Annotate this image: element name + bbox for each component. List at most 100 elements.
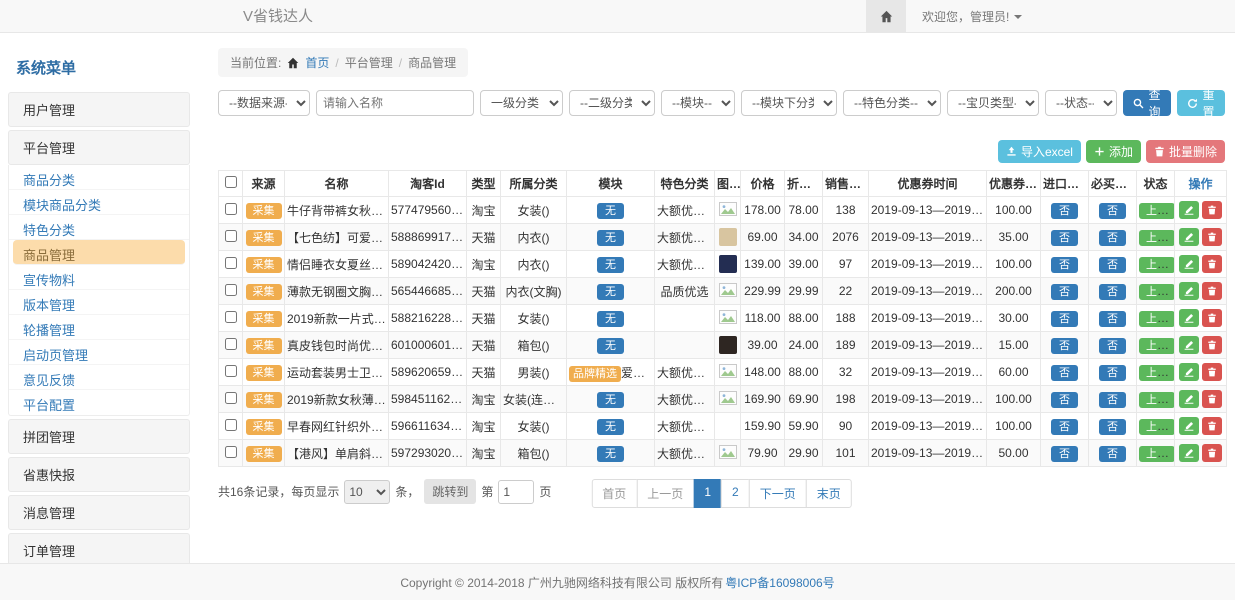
row-checkbox[interactable]: [225, 392, 237, 404]
level2-category-select[interactable]: --二级分类--: [569, 90, 655, 116]
delete-button[interactable]: [1202, 444, 1222, 462]
module-brand-badge[interactable]: 品牌精选: [569, 366, 621, 382]
import-select-toggle[interactable]: 否: [1051, 446, 1078, 462]
delete-button[interactable]: [1202, 336, 1222, 354]
edit-button[interactable]: [1179, 444, 1199, 462]
must-buy-toggle[interactable]: 否: [1099, 203, 1126, 219]
row-checkbox[interactable]: [225, 365, 237, 377]
module-none-badge[interactable]: 无: [597, 311, 624, 327]
delete-button[interactable]: [1202, 201, 1222, 219]
must-buy-toggle[interactable]: 否: [1099, 338, 1126, 354]
import-select-toggle[interactable]: 否: [1051, 284, 1078, 300]
page-button-下一页[interactable]: 下一页: [749, 479, 807, 508]
edit-button[interactable]: [1179, 390, 1199, 408]
edit-button[interactable]: [1179, 282, 1199, 300]
row-checkbox[interactable]: [225, 230, 237, 242]
search-button[interactable]: 查询: [1123, 90, 1171, 116]
import-select-toggle[interactable]: 否: [1051, 338, 1078, 354]
import-select-toggle[interactable]: 否: [1051, 392, 1078, 408]
status-button[interactable]: 上架: [1139, 230, 1175, 246]
status-button[interactable]: 上架: [1139, 338, 1175, 354]
module-none-badge[interactable]: 无: [597, 203, 624, 219]
edit-button[interactable]: [1179, 363, 1199, 381]
reset-button[interactable]: 重置: [1177, 90, 1225, 116]
delete-button[interactable]: [1202, 363, 1222, 381]
import-select-toggle[interactable]: 否: [1051, 311, 1078, 327]
import-excel-button[interactable]: 导入excel: [998, 140, 1081, 163]
must-buy-toggle[interactable]: 否: [1099, 284, 1126, 300]
add-button[interactable]: 添加: [1086, 140, 1141, 163]
must-buy-toggle[interactable]: 否: [1099, 392, 1126, 408]
sidebar-item-商品分类[interactable]: 商品分类: [9, 165, 189, 190]
jump-button[interactable]: 跳转到: [424, 479, 476, 504]
delete-button[interactable]: [1202, 228, 1222, 246]
status-button[interactable]: 上架: [1139, 257, 1175, 273]
module-select[interactable]: --模块--: [661, 90, 735, 116]
row-checkbox[interactable]: [225, 446, 237, 458]
feature-category-select[interactable]: --特色分类--: [843, 90, 941, 116]
jump-page-input[interactable]: [498, 480, 534, 504]
edit-button[interactable]: [1179, 309, 1199, 327]
status-button[interactable]: 上架: [1139, 203, 1175, 219]
data-source-select[interactable]: --数据来源--: [218, 90, 310, 116]
module-none-badge[interactable]: 无: [597, 419, 624, 435]
sidebar-item-模块商品分类[interactable]: 模块商品分类: [9, 190, 189, 215]
page-button-2[interactable]: 2: [721, 479, 750, 508]
home-button[interactable]: [866, 0, 906, 33]
module-subcategory-select[interactable]: --模块下分类--: [741, 90, 837, 116]
edit-button[interactable]: [1179, 255, 1199, 273]
sidebar-item-版本管理[interactable]: 版本管理: [9, 290, 189, 315]
page-button-末页[interactable]: 末页: [806, 479, 852, 508]
must-buy-toggle[interactable]: 否: [1099, 419, 1126, 435]
status-button[interactable]: 上架: [1139, 392, 1175, 408]
module-none-badge[interactable]: 无: [597, 338, 624, 354]
status-button[interactable]: 上架: [1139, 446, 1175, 462]
sidebar-group-拼团管理[interactable]: 拼团管理: [8, 419, 190, 454]
page-button-1[interactable]: 1: [693, 479, 722, 508]
module-none-badge[interactable]: 无: [597, 392, 624, 408]
row-checkbox[interactable]: [225, 311, 237, 323]
sidebar-item-宣传物料[interactable]: 宣传物料: [9, 265, 189, 290]
edit-button[interactable]: [1179, 336, 1199, 354]
user-menu[interactable]: 欢迎您，管理员!: [922, 8, 1022, 25]
module-none-badge[interactable]: 无: [597, 230, 624, 246]
row-checkbox[interactable]: [225, 203, 237, 215]
row-checkbox[interactable]: [225, 338, 237, 350]
sidebar-item-启动页管理[interactable]: 启动页管理: [9, 340, 189, 365]
status-button[interactable]: 上架: [1139, 365, 1175, 381]
page-size-select[interactable]: 10: [344, 480, 390, 504]
status-button[interactable]: 上架: [1139, 419, 1175, 435]
module-none-badge[interactable]: 无: [597, 446, 624, 462]
sidebar-group-省惠快报[interactable]: 省惠快报: [8, 457, 190, 492]
breadcrumb-home-link[interactable]: 首页: [305, 54, 329, 71]
status-select[interactable]: --状态--: [1045, 90, 1117, 116]
row-checkbox[interactable]: [225, 284, 237, 296]
delete-button[interactable]: [1202, 309, 1222, 327]
row-checkbox[interactable]: [225, 419, 237, 431]
edit-button[interactable]: [1179, 417, 1199, 435]
status-button[interactable]: 上架: [1139, 311, 1175, 327]
status-button[interactable]: 上架: [1139, 284, 1175, 300]
sidebar-group-消息管理[interactable]: 消息管理: [8, 495, 190, 530]
edit-button[interactable]: [1179, 228, 1199, 246]
delete-button[interactable]: [1202, 255, 1222, 273]
sidebar-item-特色分类[interactable]: 特色分类: [9, 215, 189, 240]
delete-button[interactable]: [1202, 390, 1222, 408]
select-all-checkbox[interactable]: [225, 176, 237, 188]
import-select-toggle[interactable]: 否: [1051, 230, 1078, 246]
row-checkbox[interactable]: [225, 257, 237, 269]
sidebar-group-用户管理[interactable]: 用户管理: [8, 92, 190, 127]
import-select-toggle[interactable]: 否: [1051, 257, 1078, 273]
sidebar-item-意见反馈[interactable]: 意见反馈: [9, 365, 189, 390]
must-buy-toggle[interactable]: 否: [1099, 230, 1126, 246]
module-none-badge[interactable]: 无: [597, 284, 624, 300]
name-search-input[interactable]: [316, 90, 474, 116]
delete-button[interactable]: [1202, 417, 1222, 435]
import-select-toggle[interactable]: 否: [1051, 419, 1078, 435]
must-buy-toggle[interactable]: 否: [1099, 257, 1126, 273]
page-button-上一页[interactable]: 上一页: [636, 479, 694, 508]
must-buy-toggle[interactable]: 否: [1099, 446, 1126, 462]
sidebar-group-平台管理[interactable]: 平台管理: [8, 130, 190, 165]
page-button-首页[interactable]: 首页: [591, 479, 637, 508]
delete-button[interactable]: [1202, 282, 1222, 300]
